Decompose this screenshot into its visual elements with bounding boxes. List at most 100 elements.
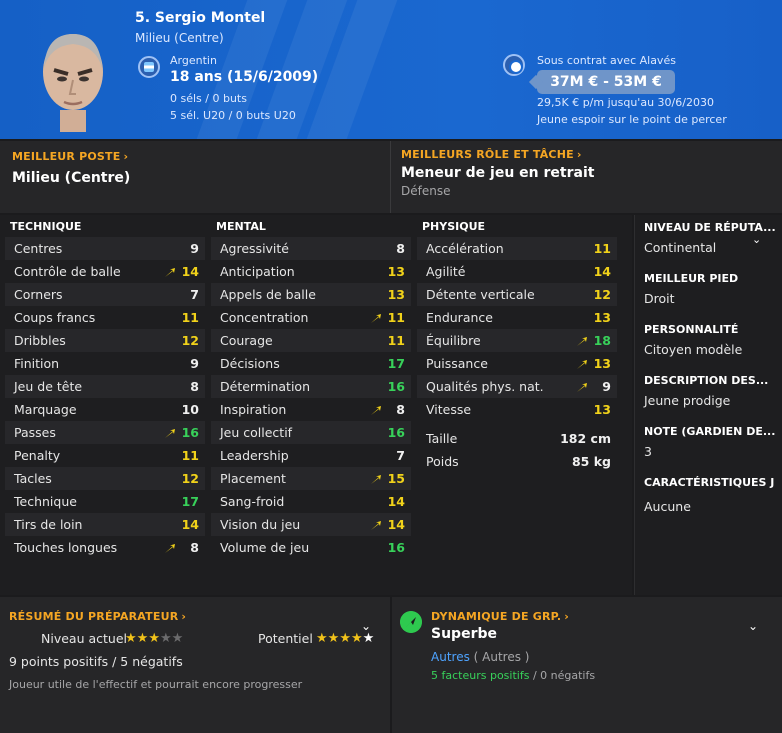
best-role-duty: Défense: [401, 184, 451, 198]
chevron-down-icon[interactable]: ⌄: [752, 233, 761, 246]
technique-attribute-row[interactable]: Tirs de loin 14: [5, 513, 205, 536]
mental-attribute-row[interactable]: Vision du jeu 14: [211, 513, 411, 536]
personality-value: Citoyen modèle: [644, 342, 743, 357]
mental-attribute-row[interactable]: Inspiration 8: [211, 398, 411, 421]
club-badge-icon[interactable]: [503, 54, 525, 76]
technique-attribute-row[interactable]: Coups francs 11: [5, 306, 205, 329]
best-role-title[interactable]: MEILLEURS RÔLE ET TÂCHE ›: [401, 148, 582, 161]
player-position: Milieu (Centre): [135, 31, 224, 45]
attribute-value: 13: [593, 310, 611, 325]
attribute-value: 12: [593, 287, 611, 302]
star-icon: ★: [327, 631, 340, 646]
mental-attribute-row[interactable]: Jeu collectif 16: [211, 421, 411, 444]
technique-attribute-row[interactable]: Finition 9: [5, 352, 205, 375]
star-icon: ★: [125, 631, 137, 646]
mental-attribute-row[interactable]: Détermination 16: [211, 375, 411, 398]
price-tag-icon: [528, 74, 544, 90]
features-label: CARACTÉRISTIQUES J: [644, 476, 775, 489]
player-u20-caps: 5 sél. U20 / 0 buts U20: [170, 109, 296, 122]
chevron-down-icon[interactable]: ⌄: [748, 619, 758, 633]
physique-attribute-row[interactable]: Vitesse 13: [417, 398, 617, 421]
attribute-label: Volume de jeu: [220, 540, 310, 555]
player-name: 5. Sergio Montel: [135, 10, 266, 26]
foot-value: Droit: [644, 291, 675, 306]
mental-attribute-row[interactable]: Concentration 11: [211, 306, 411, 329]
attribute-value: 16: [181, 425, 199, 440]
chevron-right-icon: ›: [181, 610, 187, 623]
attribute-label: Vitesse: [426, 402, 472, 417]
features-value: Aucune: [644, 499, 691, 514]
reputation-item[interactable]: NIVEAU DE RÉPUTA... Continental ⌄: [644, 221, 776, 255]
mental-attribute-row[interactable]: Agressivité 8: [211, 237, 411, 260]
attribute-value: 11: [387, 333, 405, 348]
player-info-panel: NIVEAU DE RÉPUTA... Continental ⌄ MEILLE…: [634, 215, 782, 595]
mental-attribute-row[interactable]: Placement 15: [211, 467, 411, 490]
attribute-value: 11: [593, 241, 611, 256]
negative-factors: 0 négatifs: [540, 669, 596, 682]
contract-club[interactable]: Sous contrat avec Alavés: [537, 54, 676, 67]
technique-attribute-row[interactable]: Dribbles 12: [5, 329, 205, 352]
dynamics-title[interactable]: DYNAMIQUE DE GRP. ›: [431, 610, 569, 623]
physique-attribute-row[interactable]: Accélération 11: [417, 237, 617, 260]
technique-attribute-row[interactable]: Corners 7: [5, 283, 205, 306]
coach-report-title[interactable]: RÉSUMÉ DU PRÉPARATEUR ›: [9, 610, 186, 623]
attribute-label: Finition: [14, 356, 60, 371]
star-icon: ★: [136, 631, 149, 646]
nation-flag-icon[interactable]: [138, 56, 160, 78]
mental-attribute-row[interactable]: Anticipation 13: [211, 260, 411, 283]
chevron-down-icon[interactable]: ⌄: [361, 619, 371, 633]
physique-attribute-row[interactable]: Qualités phys. nat. 9: [417, 375, 617, 398]
mental-heading: MENTAL: [216, 220, 266, 233]
physique-attribute-row[interactable]: Détente verticale 12: [417, 283, 617, 306]
attribute-value: 17: [387, 356, 405, 371]
mental-attribute-row[interactable]: Sang-froid 14: [211, 490, 411, 513]
technique-attribute-row[interactable]: Contrôle de balle 14: [5, 260, 205, 283]
attribute-label: Anticipation: [220, 264, 295, 279]
foot-label: MEILLEUR PIED: [644, 272, 739, 285]
technique-attribute-row[interactable]: Penalty 11: [5, 444, 205, 467]
dynamics-other-paren: ( Autres ): [473, 650, 530, 664]
physique-attribute-row[interactable]: Agilité 14: [417, 260, 617, 283]
technique-attribute-row[interactable]: Touches longues 8: [5, 536, 205, 559]
attribute-value: 8: [396, 402, 405, 417]
technique-attribute-row[interactable]: Marquage 10: [5, 398, 205, 421]
star-icon: ★: [350, 631, 363, 646]
mental-attribute-row[interactable]: Appels de balle 13: [211, 283, 411, 306]
technique-attribute-row[interactable]: Tacles 12: [5, 467, 205, 490]
mental-attribute-row[interactable]: Décisions 17: [211, 352, 411, 375]
technique-attribute-row[interactable]: Technique 17: [5, 490, 205, 513]
attribute-label: Marquage: [14, 402, 77, 417]
attribute-label: Sang-froid: [220, 494, 285, 509]
attribute-label: Vision du jeu: [220, 517, 301, 532]
best-position-title[interactable]: MEILLEUR POSTE ›: [12, 150, 128, 163]
best-position-value: Milieu (Centre): [12, 170, 131, 186]
physique-attribute-row[interactable]: Puissance 13: [417, 352, 617, 375]
player-nationality[interactable]: Argentin: [170, 54, 217, 67]
description-item[interactable]: DESCRIPTION DES... Jeune prodige: [644, 374, 776, 408]
attribute-value: 9: [602, 379, 611, 394]
best-position-title-text: MEILLEUR POSTE: [12, 150, 121, 163]
mental-attribute-row[interactable]: Leadership 7: [211, 444, 411, 467]
technique-attribute-row[interactable]: Passes 16: [5, 421, 205, 444]
technique-attribute-row[interactable]: Jeu de tête 8: [5, 375, 205, 398]
attribute-label: Agilité: [426, 264, 466, 279]
attribute-label: Qualités phys. nat.: [426, 379, 544, 394]
height-row: Taille 182 cm: [417, 427, 617, 450]
technique-column: TECHNIQUE Centres 9 Contrôle de balle 14 Cor…: [5, 215, 205, 559]
mental-list: Agressivité 8 Anticipation 13 Appels de ball…: [211, 237, 411, 559]
physique-attribute-row[interactable]: Équilibre 18: [417, 329, 617, 352]
technique-attribute-row[interactable]: Centres 9: [5, 237, 205, 260]
mental-attribute-row[interactable]: Volume de jeu 16: [211, 536, 411, 559]
attribute-label: Inspiration: [220, 402, 287, 417]
gk-rating-value: 3: [644, 444, 652, 459]
dynamics-other-link[interactable]: Autres: [431, 650, 470, 664]
dynamics-other: Autres ( Autres ): [431, 650, 529, 664]
personality-item[interactable]: PERSONNALITÉ Citoyen modèle: [644, 323, 776, 357]
attribute-value: 14: [181, 264, 199, 279]
coach-points: 9 points positifs / 5 négatifs: [9, 654, 183, 669]
attribute-label: Technique: [14, 494, 77, 509]
mental-attribute-row[interactable]: Courage 11: [211, 329, 411, 352]
player-face-avatar: [43, 34, 103, 132]
physique-attribute-row[interactable]: Endurance 13: [417, 306, 617, 329]
player-caps: 0 séls / 0 buts: [170, 92, 247, 105]
